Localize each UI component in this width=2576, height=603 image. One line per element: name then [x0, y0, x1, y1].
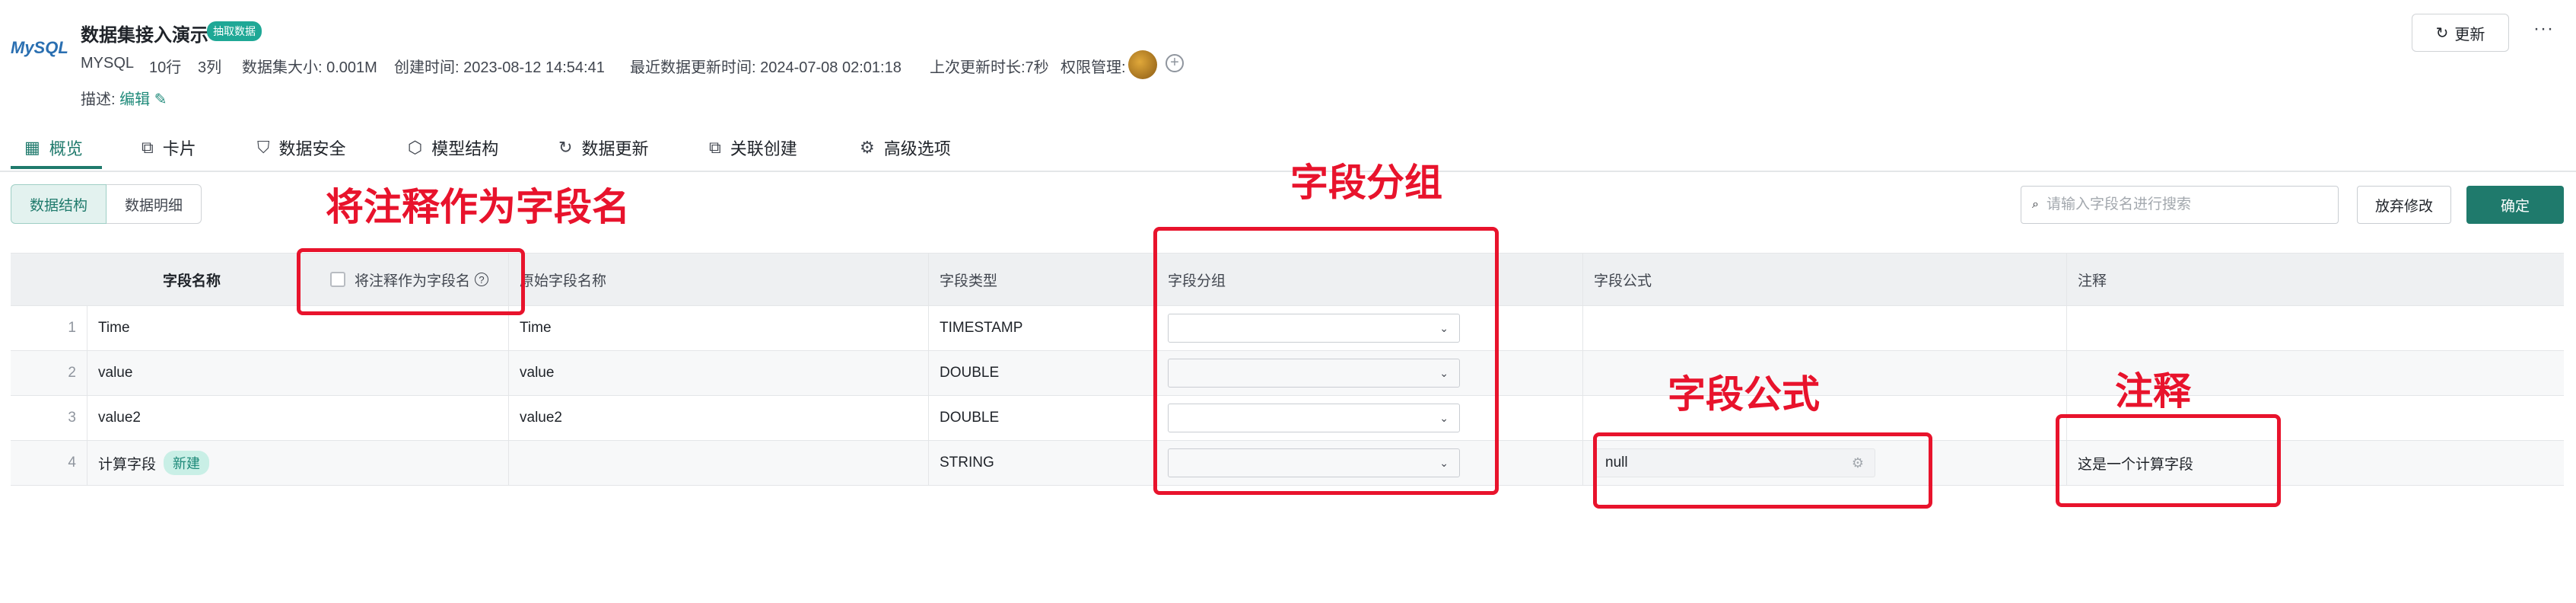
permission-label: 权限管理: [1061, 59, 1126, 76]
gear-icon: ⚙ [860, 138, 875, 157]
mysql-logo: MySQL [11, 21, 72, 59]
annotation-comment-as-name-box [297, 248, 525, 315]
tab-cards[interactable]: ⧉ 卡片 [142, 136, 196, 160]
row-index: 1 [68, 320, 76, 336]
description-label: 描述: [81, 91, 116, 108]
col-count: 3列 [198, 59, 222, 76]
annotation-group-label: 字段分组 [1290, 161, 1442, 205]
tab-model-structure[interactable]: ⬡ 模型结构 [408, 136, 498, 160]
tab-data-security[interactable]: ⛉ 数据安全 [257, 136, 346, 160]
discard-button[interactable]: 放弃修改 [2357, 186, 2451, 224]
new-tag: 新建 [164, 451, 210, 475]
db-type: MYSQL [81, 55, 135, 72]
field-type: DOUBLE [928, 351, 1156, 395]
view-toggle: 数据结构 数据明细 [11, 184, 202, 224]
updated-time: 最近数据更新时间: 2024-07-08 02:01:18 [630, 59, 902, 76]
header-original-name: 原始字段名称 [508, 254, 928, 305]
field-type: STRING [928, 441, 1156, 485]
last-update-duration: 上次更新时长:7秒 [930, 59, 1049, 76]
field-name[interactable]: value [87, 351, 508, 395]
header-formula: 字段公式 [1582, 254, 2066, 305]
annotation-comment-as-name-label: 将注释作为字段名 [326, 185, 630, 229]
tab-overview[interactable]: ▦ 概览 [24, 136, 83, 160]
field-name[interactable]: 计算字段 新建 [87, 441, 508, 485]
description-edit-link[interactable]: 编辑 ✎ [119, 91, 167, 108]
more-icon[interactable]: ··· [2533, 18, 2554, 40]
field-type: TIMESTAMP [928, 306, 1156, 350]
avatar[interactable] [1128, 50, 1157, 79]
row-count: 10行 [149, 59, 182, 76]
field-name[interactable]: value2 [87, 396, 508, 440]
field-type: DOUBLE [928, 396, 1156, 440]
extract-badge: 抽取数据 [207, 21, 262, 41]
refresh-icon: ↻ [2435, 24, 2449, 42]
header-type: 字段类型 [928, 254, 1156, 305]
original-name [508, 441, 928, 485]
pencil-icon: ✎ [154, 91, 167, 108]
grid-icon: ▦ [24, 138, 40, 157]
row-index: 2 [68, 365, 76, 381]
dataset-title: 数据集接入演示 [81, 25, 208, 46]
tab-advanced[interactable]: ⚙ 高级选项 [860, 136, 951, 160]
field-name-text: 计算字段 [98, 456, 157, 473]
logo-text: MySQL [11, 38, 68, 57]
row-index: 3 [68, 410, 76, 426]
original-name: value2 [508, 396, 928, 440]
comment-cell[interactable] [2066, 306, 2564, 350]
refresh-button[interactable]: ↻ 更新 [2412, 14, 2509, 52]
header-comment: 注释 [2066, 254, 2564, 305]
cube-icon: ⬡ [408, 138, 423, 157]
search-input[interactable] [2044, 196, 2327, 214]
dataset-size: 数据集大小: 0.001M [242, 59, 377, 76]
annotation-formula-label: 字段公式 [1668, 372, 1820, 416]
tab-relation-create[interactable]: ⧉ 关联创建 [709, 136, 797, 160]
formula-cell [1582, 351, 2066, 395]
search-icon: ⌕ [2032, 198, 2039, 211]
annotation-comment-label: 注释 [2115, 369, 2191, 413]
add-permission-icon[interactable]: + [1166, 54, 1184, 72]
tab-data-update[interactable]: ↻ 数据更新 [558, 136, 648, 160]
formula-cell [1582, 306, 2066, 350]
annotation-formula-box [1593, 432, 1932, 509]
link-icon: ⧉ [709, 138, 721, 157]
tab-bar: ▦ 概览 ⧉ 卡片 ⛉ 数据安全 ⬡ 模型结构 ↻ 数据更新 ⧉ 关联创建 ⚙ 高级选项 [0, 129, 2576, 172]
field-search[interactable]: ⌕ [2021, 186, 2339, 224]
active-tab-indicator [11, 166, 102, 169]
view-detail-button[interactable]: 数据明细 [107, 184, 202, 224]
view-structure-button[interactable]: 数据结构 [11, 184, 107, 224]
annotation-group-box [1153, 227, 1499, 495]
card-icon: ⧉ [142, 138, 154, 157]
refresh-label: 更新 [2454, 26, 2485, 43]
refresh-icon: ↻ [558, 138, 573, 157]
header-index [11, 254, 87, 305]
confirm-button[interactable]: 确定 [2466, 186, 2564, 224]
created-time: 创建时间: 2023-08-12 14:54:41 [394, 59, 605, 76]
original-name: value [508, 351, 928, 395]
shield-icon: ⛉ [257, 138, 270, 157]
annotation-comment-box [2056, 414, 2281, 507]
original-name: Time [508, 306, 928, 350]
description-row: 描述: 编辑 ✎ [81, 87, 167, 109]
row-index: 4 [68, 455, 76, 471]
